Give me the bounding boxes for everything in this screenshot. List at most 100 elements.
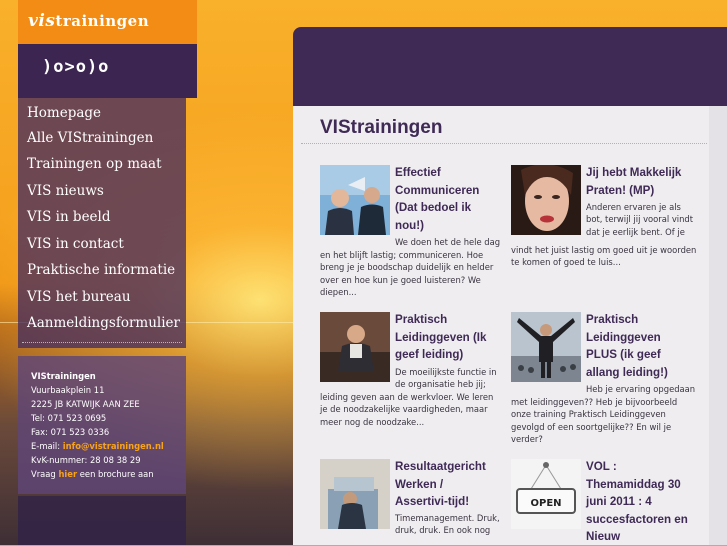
email-label: E-mail:	[31, 441, 61, 451]
contact-street: Vuurbaakplein 11	[31, 385, 105, 395]
title-line: geef leiding)	[395, 348, 464, 361]
article-text-line: We doen het de hele dag	[395, 237, 501, 247]
article-title-resultaatgericht[interactable]: Resultaatgericht Werken / Assertivi-tijd…	[395, 458, 486, 511]
text-line: met leidinggeven?? Heb je bijvoorbeeld	[511, 397, 678, 407]
brochure-post: een brochure aan	[79, 469, 154, 479]
text-line: breng je je boodschap duidelijk en helde…	[320, 262, 494, 273]
nav-item-vis-in-contact[interactable]: VIS in contact	[27, 236, 124, 252]
contact-kvk: KvK-nummer: 28 08 38 29	[31, 455, 141, 465]
article-thumbnail-resultaatgericht[interactable]	[320, 459, 390, 529]
article-thumbnail-communiceren[interactable]	[320, 165, 390, 235]
logo-bar[interactable]: vistrainingen	[18, 0, 197, 44]
article-title-themamiddag[interactable]: VOL : Themamiddag 30 juni 2011 : 4 succe…	[586, 458, 688, 546]
title-divider	[301, 143, 707, 144]
title-line: Jij hebt Makkelijk	[586, 166, 682, 179]
title-line: PLUS (ik geef	[586, 348, 661, 361]
title-line: juni 2011 : 4	[586, 495, 652, 508]
article-text-makkelijk-praten-top: Anderen ervaren je als bot, terwijl jij …	[586, 201, 693, 238]
title-line: VOL :	[586, 460, 617, 473]
text-line: over en hoe kun je goed luisteren? We	[320, 274, 481, 285]
text-line: je de noodzakelijke vaardigheden, maar	[320, 404, 488, 415]
contact-fax: Fax: 071 523 0336	[31, 427, 110, 437]
title-line: Leidinggeven	[586, 330, 661, 344]
sidebar-bottom	[18, 496, 186, 545]
text-line: Timemanagement. Druk,	[395, 513, 500, 523]
title-line: Nieuw	[586, 530, 621, 543]
title-line: Effectief	[395, 166, 441, 179]
text-line: te komen of goed te luis...	[511, 257, 621, 268]
nav-item-aanmeldingsformulier[interactable]: Aanmeldingsformulier	[27, 315, 180, 331]
text-line: leiding geven aan de werkvloer. We leren	[320, 392, 494, 402]
article-text-communiceren: en het blijft lastig; communiceren. Hoe …	[320, 249, 493, 299]
main-header	[293, 27, 727, 106]
nav-item-vis-nieuws[interactable]: VIS nieuws	[27, 183, 104, 199]
article-text-resultaatgericht: Timemanagement. Druk, druk, druk. En ook…	[395, 512, 500, 537]
main-nav: Homepage Alle VIStrainingen Trainingen o…	[18, 98, 186, 348]
title-line: nou!)	[395, 218, 424, 232]
title-line: Praktisch	[395, 313, 448, 326]
title-line: Resultaatgericht	[395, 460, 486, 473]
nav-item-trainingen-op-maat[interactable]: Trainingen op maat	[27, 156, 162, 172]
logo-prefix: vis	[28, 11, 56, 31]
text-line: Anderen ervaren je als	[586, 202, 681, 212]
article-text-leidinggeven-top: De moeilijkste functie in de organisatie…	[395, 366, 497, 391]
article-thumbnail-makkelijk-praten[interactable]	[511, 165, 581, 235]
article-thumbnail-themamiddag[interactable]: OPEN	[511, 459, 581, 529]
nav-item-praktische-informatie[interactable]: Praktische informatie	[27, 262, 175, 278]
contact-tel: Tel: 071 523 0695	[31, 413, 107, 423]
text-line: en het blijft lastig; communiceren. Hoe	[320, 250, 484, 260]
article-text-leidinggeven: leiding geven aan de werkvloer. We leren…	[320, 391, 493, 428]
logo-suffix: trainingen	[55, 12, 150, 30]
emblem-box: )o>o)o	[18, 44, 197, 98]
article-text-leidinggeven-plus: met leidinggeven?? Heb je bijvoorbeeld o…	[511, 396, 677, 446]
email-link[interactable]: info@vistrainingen.nl	[63, 441, 164, 451]
title-line: Themamiddag 30	[586, 477, 681, 491]
contact-block: VIStrainingen Vuurbaakplein 11 2225 JB K…	[18, 356, 186, 494]
site-logo[interactable]: vistrainingen	[28, 11, 149, 31]
title-line: Leidinggeven (Ik	[395, 330, 487, 344]
brochure-row: Vraag hier een brochure aan	[31, 469, 154, 479]
brochure-pre: Vraag	[31, 469, 56, 479]
text-line: meer nog de noodzake...	[320, 416, 425, 427]
article-thumbnail-leidinggeven-plus[interactable]	[511, 312, 581, 382]
main-right-edge	[709, 106, 727, 545]
nav-item-homepage[interactable]: Homepage	[27, 105, 101, 121]
title-line: (Dat bedoel ik	[395, 201, 472, 214]
text-line: druk, druk. En ook nog	[395, 525, 491, 536]
article-thumbnail-praktisch-leidinggeven[interactable]	[320, 312, 390, 382]
article-title-communiceren[interactable]: Effectief Communiceren (Dat bedoel ik no…	[395, 164, 479, 234]
article-title-leidinggeven-plus[interactable]: Praktisch Leidinggeven PLUS (ik geef all…	[586, 311, 668, 381]
text-line: verder?	[511, 434, 543, 445]
nav-divider	[22, 342, 182, 343]
text-line: De moeilijkste functie in	[395, 367, 497, 377]
nav-item-vis-in-beeld[interactable]: VIS in beeld	[27, 209, 111, 225]
nav-item-alle-vistrainingen[interactable]: Alle VIStrainingen	[27, 130, 153, 146]
title-line: Communiceren	[395, 183, 480, 197]
article-title-makkelijk-praten[interactable]: Jij hebt Makkelijk Praten! (MP)	[586, 164, 681, 199]
text-line: dat je eerlijk bent. Of je	[586, 226, 685, 237]
text-line: de organisatie heb jij;	[395, 379, 486, 390]
text-line: vindt het juist lastig om goed uit je wo…	[511, 245, 697, 255]
text-line: gevolgd of een soortgelijke?? En wil je	[511, 421, 672, 432]
emblem-logo: )o>o)o	[42, 57, 110, 77]
title-line: succesfactoren en	[586, 512, 688, 526]
contact-email-row: E-mail: info@vistrainingen.nl	[31, 441, 164, 451]
text-line: onze training Praktisch Leidinggeven	[511, 409, 666, 420]
title-line: Praktisch	[586, 313, 639, 326]
title-line: Praten! (MP)	[586, 183, 655, 197]
brochure-link[interactable]: hier	[58, 469, 77, 479]
sidebar: vistrainingen )o>o)o Homepage Alle VIStr…	[18, 0, 197, 545]
title-line: Assertivi-tijd!	[395, 495, 470, 508]
nav-item-vis-het-bureau[interactable]: VIS het bureau	[27, 289, 131, 305]
article-text-line: Heb je ervaring opgedaan	[586, 384, 696, 394]
contact-city: 2225 JB KATWIJK AAN ZEE	[31, 399, 140, 409]
text-line: diepen...	[320, 287, 357, 298]
open-sign-text: OPEN	[530, 498, 561, 509]
title-line: Werken /	[395, 477, 444, 491]
contact-name: VIStrainingen	[31, 371, 96, 381]
text-line: bot, terwijl jij vooral vindt	[586, 214, 694, 225]
page-title: VIStrainingen	[320, 117, 443, 138]
article-text-makkelijk-praten: vindt het juist lastig om goed uit je wo…	[511, 244, 696, 269]
title-line: allang leiding!)	[586, 365, 668, 379]
article-title-praktisch-leidinggeven[interactable]: Praktisch Leidinggeven (Ik geef leiding)	[395, 311, 486, 364]
